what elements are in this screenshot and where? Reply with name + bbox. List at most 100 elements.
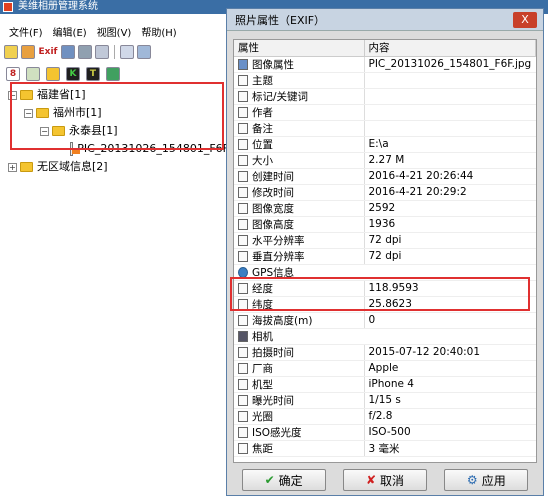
calendar-icon[interactable]: 8 [6,67,20,81]
doc-icon [238,90,248,102]
property-name: 标记/关键词 [252,90,309,103]
property-value: PIC_20131026_154801_F6F.jpg [364,56,536,73]
exif-icon[interactable]: Exif [38,45,58,59]
list-view-icon[interactable] [78,45,92,59]
property-value [364,88,536,105]
keyword-icon[interactable]: K [66,67,80,81]
doc-icon [238,122,248,134]
property-name-cell: 焦距 [234,440,365,457]
tag-icon[interactable]: T [86,67,100,81]
property-row[interactable]: 作者 [234,104,536,121]
property-name-cell: 经度 [234,280,365,297]
property-row[interactable]: 经度 118.9593 [234,280,536,297]
property-row[interactable]: 备注 [234,120,536,137]
property-value: f/2.8 [364,408,536,425]
property-row[interactable]: 图像宽度 2592 [234,200,536,217]
property-name: 图像高度 [252,218,294,231]
property-name: 图像宽度 [252,202,294,215]
property-row[interactable]: 焦距 3 毫米 [234,440,536,457]
table-header: 属性 内容 [234,40,536,57]
close-button[interactable]: X [513,12,537,28]
property-row[interactable]: 拍摄时间 2015-07-12 20:40:01 [234,344,536,361]
doc-icon [238,170,248,182]
menu-edit[interactable]: 编辑(E) [48,24,92,39]
property-row[interactable]: 标记/关键词 [234,88,536,105]
property-name: 焦距 [252,442,273,455]
property-value: Apple [364,360,536,377]
tree-node-no-region[interactable]: + 无区域信息[2] [4,158,229,176]
property-row[interactable]: 垂直分辨率 72 dpi [234,248,536,265]
property-row[interactable]: 机型 iPhone 4 [234,376,536,393]
apply-button[interactable]: ⚙ 应用 [444,469,529,491]
property-row[interactable]: 主题 [234,72,536,89]
add-folder-icon[interactable] [21,45,35,59]
cancel-button[interactable]: ✘ 取消 [342,469,427,491]
property-name: 光圈 [252,410,273,423]
doc-icon [238,154,248,166]
property-row[interactable]: 纬度 25.8623 [234,296,536,313]
property-row[interactable]: 曝光时间 1/15 s [234,392,536,409]
settings-icon[interactable] [137,45,151,59]
property-row[interactable]: 创建时间 2016-4-21 20:26:44 [234,168,536,185]
property-name: 水平分辨率 [252,234,305,247]
property-name-cell: 相机 [234,328,536,345]
apply-button-label: 应用 [481,473,506,488]
property-value: 2592 [364,200,536,217]
exif-property-list[interactable]: 属性 内容 图像属性 PIC_20131026_154801_F6F.jpg 主题标… [233,39,537,463]
property-value: 118.9593 [364,280,536,297]
property-row[interactable]: 位置 E:\a [234,136,536,153]
doc-icon [238,298,248,310]
globe-icon [238,266,248,278]
doc-icon [238,346,248,358]
ok-button[interactable]: ✔ 确定 [241,469,326,491]
column-header-value[interactable]: 内容 [364,40,536,57]
property-name: 厂商 [252,362,273,375]
property-name: 备注 [252,122,273,135]
property-value [364,120,536,137]
section-row[interactable]: 相机 [234,328,536,345]
menu-file[interactable]: 文件(F) [4,24,48,39]
thumbnail-view-icon[interactable] [95,45,109,59]
camera-icon[interactable] [26,67,40,81]
property-name-cell: 机型 [234,376,365,393]
property-name: 大小 [252,154,273,167]
image-view-icon[interactable] [61,45,75,59]
doc-icon [238,410,248,422]
detail-view-icon[interactable] [120,45,134,59]
property-name-cell: 图像属性 [234,56,365,73]
property-value [364,72,536,89]
property-row[interactable]: 图像属性 PIC_20131026_154801_F6F.jpg [234,56,536,73]
property-name: 修改时间 [252,186,294,199]
property-name-cell: 拍摄时间 [234,344,365,361]
property-row[interactable]: 修改时间 2016-4-21 20:29:2 [234,184,536,201]
property-value: 2015-07-12 20:40:01 [364,344,536,361]
property-name-cell: 图像宽度 [234,200,365,217]
property-row[interactable]: 光圈 f/2.8 [234,408,536,425]
property-row[interactable]: ISO感光度 ISO-500 [234,424,536,441]
property-name-cell: 光圈 [234,408,365,425]
doc-icon [238,202,248,214]
property-row[interactable]: 水平分辨率 72 dpi [234,232,536,249]
property-row[interactable]: 海拔高度(m) 0 [234,312,536,329]
map-icon[interactable] [106,67,120,81]
open-folder-icon[interactable] [4,45,18,59]
app-icon [3,2,13,12]
menu-view[interactable]: 视图(V) [92,24,137,39]
property-name: ISO感光度 [252,426,302,439]
property-row[interactable]: 大小 2.27 M [234,152,536,169]
section-row[interactable]: GPS信息 [234,264,536,281]
property-name-cell: 位置 [234,136,365,153]
property-row[interactable]: 图像高度 1936 [234,216,536,233]
doc-icon [238,442,248,454]
property-name: 拍摄时间 [252,346,294,359]
property-row[interactable]: 厂商 Apple [234,360,536,377]
doc-icon [238,250,248,262]
exif-titlebar[interactable]: 照片属性（EXIF） X [227,9,543,31]
property-name-cell: 主题 [234,72,365,89]
menu-help[interactable]: 帮助(H) [136,24,181,39]
property-value: iPhone 4 [364,376,536,393]
column-header-name[interactable]: 属性 [234,40,365,57]
folder-icon[interactable] [46,67,60,81]
doc-icon [238,378,248,390]
expand-icon[interactable]: + [8,162,17,172]
